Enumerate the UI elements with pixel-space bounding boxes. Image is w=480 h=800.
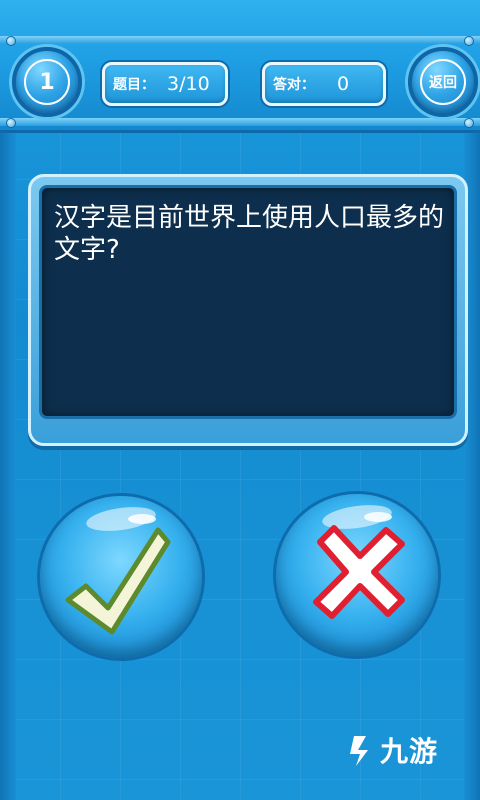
question-text: 汉字是目前世界上使用人口最多的文字? <box>54 203 445 265</box>
watermark: 九游 <box>344 730 438 770</box>
check-icon <box>65 527 171 635</box>
bolt-icon <box>464 36 474 46</box>
false-answer-button[interactable] <box>276 494 438 656</box>
question-counter-label: 题目： <box>113 77 155 93</box>
level-badge: 1 <box>12 47 82 117</box>
watermark-text: 九游 <box>380 735 439 768</box>
bolt-icon <box>464 118 474 128</box>
top-rail <box>0 36 480 44</box>
bottom-rail <box>0 118 480 126</box>
back-button[interactable]: 返回 <box>408 47 478 117</box>
correct-counter-value: 0 <box>337 73 350 95</box>
correct-counter: 答对： 0 <box>262 62 386 106</box>
back-button-label: 返回 <box>420 59 466 105</box>
nine-game-logo-icon <box>350 736 368 766</box>
level-number: 1 <box>24 59 70 105</box>
question-counter-value: 3/10 <box>167 73 210 95</box>
question-panel: 汉字是目前世界上使用人口最多的文字? <box>28 174 468 446</box>
true-answer-button[interactable] <box>40 496 202 658</box>
question-screen: 汉字是目前世界上使用人口最多的文字? <box>39 185 457 419</box>
cross-icon <box>313 525 405 619</box>
bolt-icon <box>6 118 16 128</box>
correct-counter-label: 答对： <box>273 77 315 93</box>
question-counter: 题目： 3/10 <box>102 62 228 106</box>
bolt-icon <box>6 36 16 46</box>
